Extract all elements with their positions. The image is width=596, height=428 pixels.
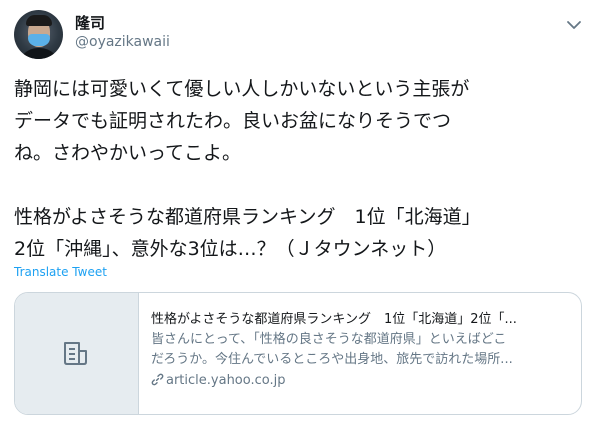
display-name[interactable]: 隆司	[75, 12, 105, 33]
card-domain: article.yahoo.co.jp	[151, 371, 571, 391]
avatar[interactable]	[14, 10, 63, 59]
user-handle[interactable]: @oyazikawaii	[75, 34, 170, 50]
tweet-line: データでも証明されたわ。良いお盆になりそうでつ	[14, 110, 452, 132]
avatar-hair	[26, 15, 52, 26]
card-body: 性格がよさそうな都道府県ランキング 1位「北海道」2位「... 皆さんにとって、…	[151, 310, 571, 391]
card-description: 皆さんにとって、「性格の良さそうな都道府県」といえばどこ	[151, 332, 507, 347]
tweet-line: 静岡には可愛いくて優しい人しかいないという主張が	[14, 78, 470, 100]
link-icon	[151, 373, 164, 386]
card-title: 性格がよさそうな都道府県ランキング 1位「北海道」2位「...	[151, 312, 517, 327]
tweet-text: 静岡には可愛いくて優しい人しかいないという主張が データでも証明されたわ。良いお…	[14, 73, 584, 265]
link-card[interactable]: 性格がよさそうな都道府県ランキング 1位「北海道」2位「... 皆さんにとって、…	[14, 292, 582, 415]
card-thumbnail	[15, 293, 139, 414]
tweet-line: 2位「沖縄」、意外な3位は…？（Ｊタウンネット）	[14, 238, 447, 260]
card-domain-text: article.yahoo.co.jp	[166, 373, 286, 388]
avatar-shoulder	[18, 48, 60, 59]
card-description: だろうか。今住んでいるところや出身地、旅先で訪れた場所...	[151, 352, 513, 367]
tweet-line: 性格がよさそうな都道府県ランキング 1位「北海道」	[14, 206, 481, 228]
avatar-mask	[28, 34, 50, 46]
chevron-down-icon[interactable]	[566, 16, 582, 29]
document-icon	[64, 342, 87, 365]
tweet-line: ね。さわやかいってこよ。	[14, 142, 242, 164]
translate-tweet-link[interactable]: Translate Tweet	[14, 265, 107, 279]
